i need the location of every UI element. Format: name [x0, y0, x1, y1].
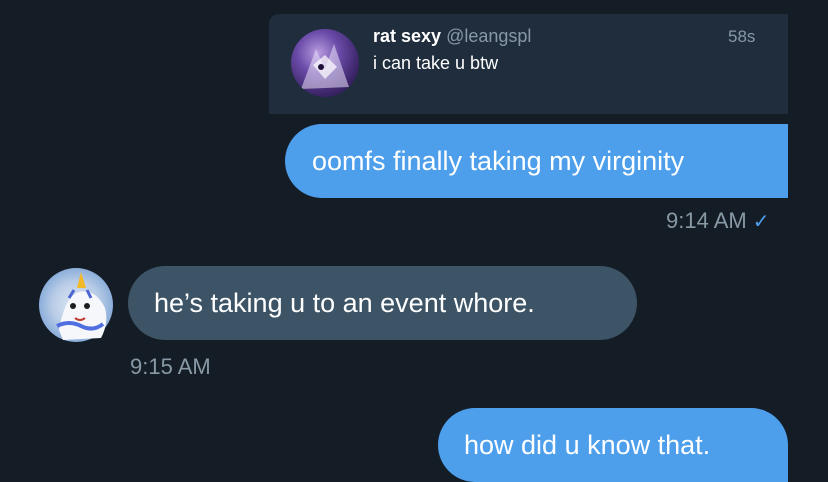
- check-icon: ✓: [752, 211, 770, 233]
- message-timestamp: 9:14 AM ✓: [666, 208, 769, 234]
- contact-avatar[interactable]: [39, 268, 127, 342]
- incoming-message-bubble[interactable]: he’s taking u to an event whore.: [128, 266, 637, 340]
- avatar-image: [301, 44, 349, 89]
- quoted-tweet-avatar[interactable]: [291, 29, 359, 97]
- timestamp-text: 9:14 AM: [666, 208, 747, 233]
- avatar-image: [56, 272, 107, 340]
- outgoing-message-bubble[interactable]: how did u know that.: [438, 408, 788, 482]
- message-timestamp: 9:15 AM: [130, 354, 211, 379]
- quoted-tweet-author: rat sexy @leangspl: [373, 26, 531, 47]
- outgoing-message-bubble[interactable]: oomfs finally taking my virginity: [285, 124, 788, 198]
- quoted-tweet-text: i can take u btw: [373, 53, 499, 73]
- quoted-author-name: rat sexy: [373, 26, 442, 46]
- quoted-author-handle: @leangspl: [446, 26, 532, 46]
- quoted-tweet-time: 58s: [728, 27, 756, 46]
